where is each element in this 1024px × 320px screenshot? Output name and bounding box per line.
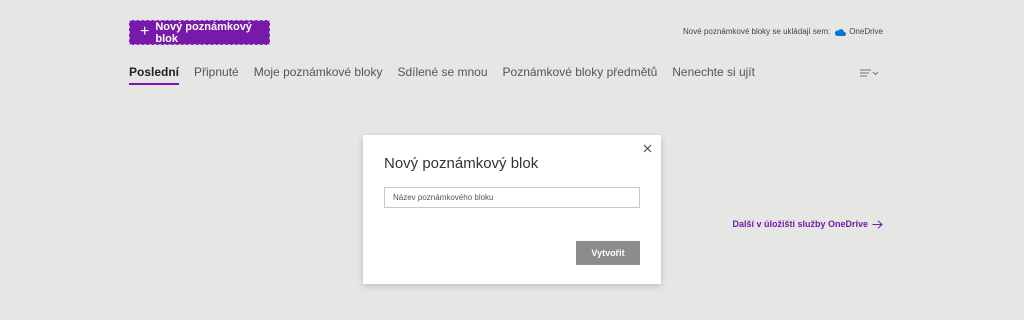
tab-pinned[interactable]: Připnuté: [194, 65, 239, 85]
tab-bar: Poslední Připnuté Moje poznámkové bloky …: [129, 65, 770, 85]
tab-dont-miss[interactable]: Nenechte si ujít: [672, 65, 755, 85]
arrow-right-icon: [872, 219, 883, 229]
notebook-name-input[interactable]: [384, 187, 640, 208]
next-in-onedrive-link[interactable]: Další v úložišti služby OneDrive: [732, 219, 883, 229]
close-icon[interactable]: [643, 144, 652, 153]
new-notebook-dialog: Nový poznámkový blok Vytvořit: [363, 135, 661, 284]
tab-recent[interactable]: Poslední: [129, 65, 180, 85]
next-link-label: Další v úložišti služby OneDrive: [732, 219, 868, 229]
sort-list-icon[interactable]: [859, 68, 881, 78]
save-location: Nové poznámkové bloky se ukládají sem: O…: [683, 27, 883, 36]
tab-shared-with-me[interactable]: Sdílené se mnou: [397, 65, 487, 85]
save-location-text: Nové poznámkové bloky se ukládají sem:: [683, 27, 831, 36]
new-notebook-button[interactable]: + Nový poznámkový blok: [129, 20, 270, 45]
tab-my-notebooks[interactable]: Moje poznámkové bloky: [254, 65, 383, 85]
onedrive-label: OneDrive: [849, 27, 883, 36]
create-button[interactable]: Vytvořit: [576, 241, 640, 265]
new-notebook-label: Nový poznámkový blok: [155, 20, 252, 45]
cloud-icon: [835, 28, 847, 36]
onedrive-link[interactable]: OneDrive: [834, 27, 883, 36]
plus-icon: +: [140, 22, 150, 40]
dialog-title: Nový poznámkový blok: [384, 155, 539, 172]
tab-class-notebooks[interactable]: Poznámkové bloky předmětů: [503, 65, 658, 85]
page: + Nový poznámkový blok Nové poznámkové b…: [0, 0, 1024, 320]
